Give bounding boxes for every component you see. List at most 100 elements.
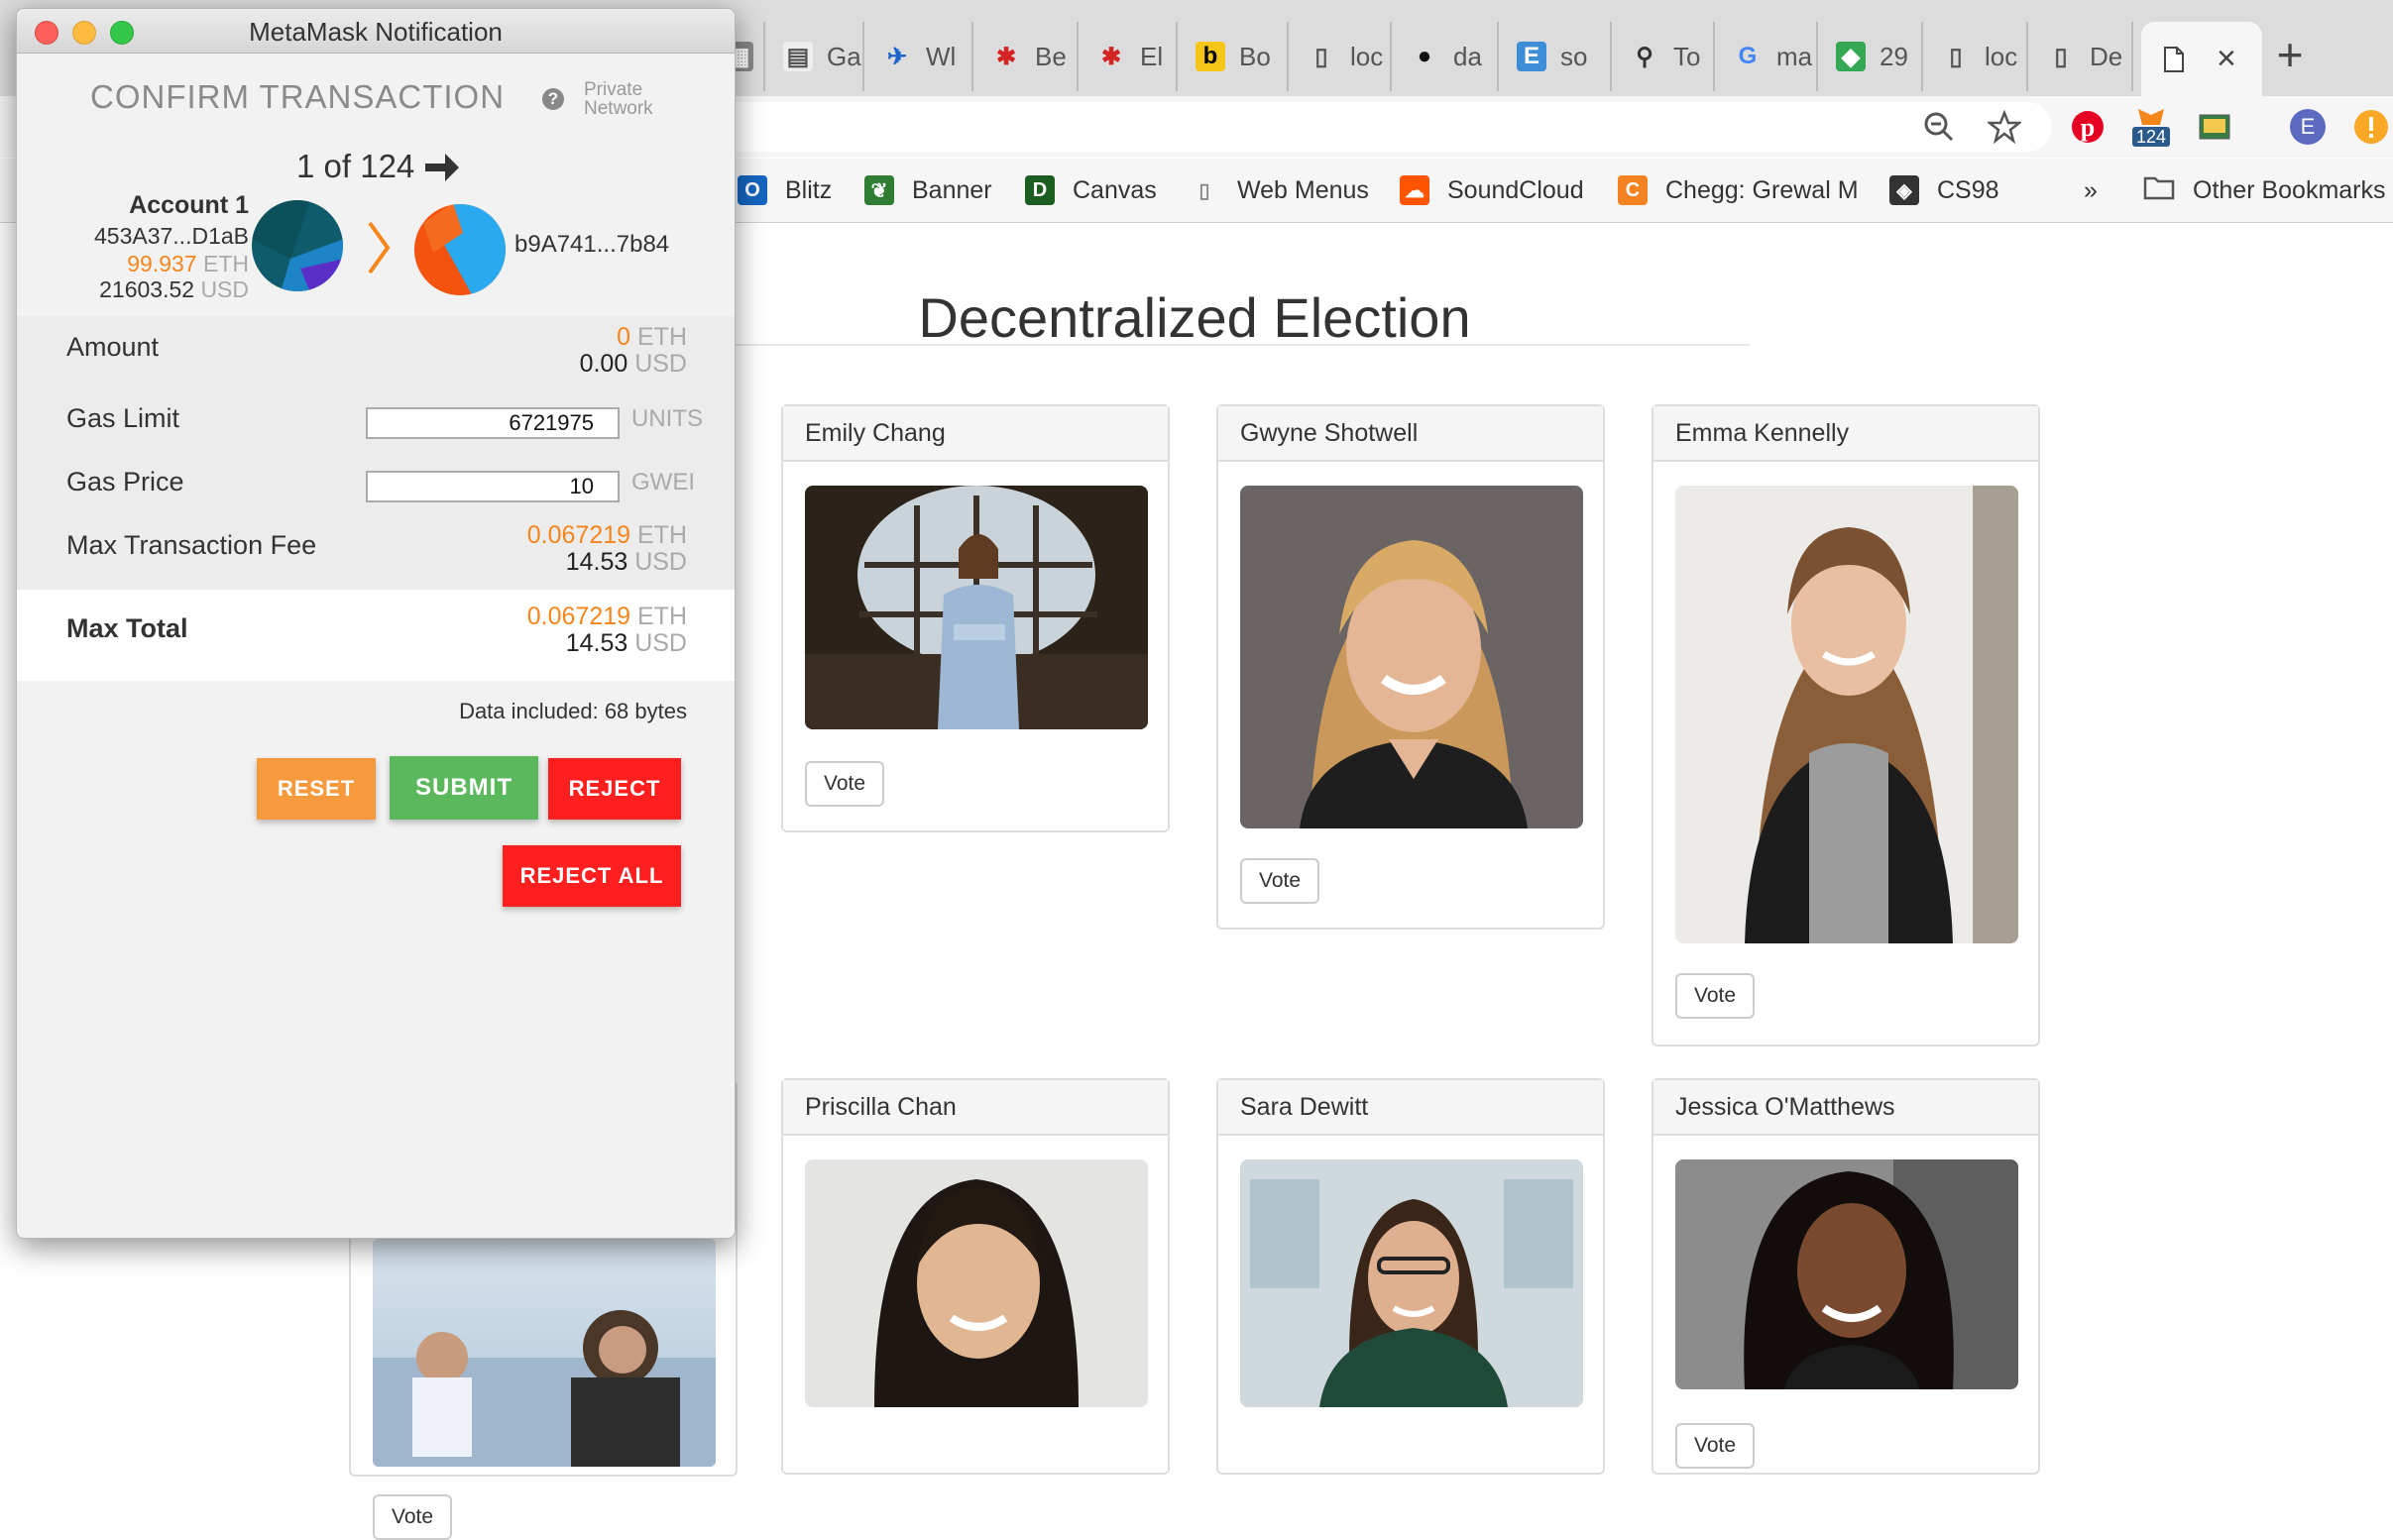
- vote-button[interactable]: Vote: [1675, 973, 1755, 1019]
- candidate-card: Emma Kennelly Vote: [1652, 404, 2040, 1046]
- browser-tab[interactable]: ✈ Wl: [864, 22, 973, 91]
- bookmark-label: Banner: [912, 175, 992, 204]
- svg-text:p: p: [2081, 113, 2095, 142]
- alert-icon[interactable]: [2351, 107, 2391, 147]
- bookmarks-overflow[interactable]: »: [2084, 170, 2098, 210]
- candidate-photo: [373, 1239, 716, 1467]
- amount-label: Amount: [66, 332, 160, 362]
- close-tab-icon[interactable]: ×: [2217, 40, 2236, 78]
- star-bookmark-icon[interactable]: [1985, 107, 2024, 147]
- candidate-name: Jessica O'Matthews: [1653, 1080, 2038, 1136]
- tab-label: To: [1673, 41, 1701, 71]
- tab-label: Ga: [827, 41, 861, 71]
- window-title: MetaMask Notification: [249, 17, 503, 47]
- address-bar[interactable]: [714, 102, 2052, 152]
- candidate-photo: [1240, 486, 1583, 828]
- browser-tab[interactable]: ▯ loc: [1289, 22, 1392, 91]
- from-address: 453A37...D1aB: [93, 223, 249, 249]
- tab-label: El: [1140, 41, 1164, 71]
- max-fee-label: Max Transaction Fee: [66, 530, 317, 560]
- browser-tab[interactable]: ✱ El: [1079, 22, 1178, 91]
- bookmark-item[interactable]: C Chegg: Grewal M: [1618, 170, 1859, 210]
- google-icon: G: [1738, 43, 1758, 69]
- tab-label: loc: [1350, 41, 1384, 71]
- next-transaction-icon[interactable]: [423, 150, 461, 190]
- browser-tab[interactable]: ▯ De: [2028, 22, 2133, 91]
- tab-label: De: [2090, 41, 2123, 71]
- candidate-card: Gwyne Shotwell Vote: [1216, 404, 1605, 930]
- tab-label: Bo: [1239, 41, 1271, 71]
- candidate-card: Emily Chang Vote: [781, 404, 1170, 832]
- maps-icon: ◆: [1836, 42, 1866, 71]
- vote-button[interactable]: Vote: [373, 1494, 452, 1540]
- gas-limit-input[interactable]: [366, 407, 620, 439]
- bird-icon: ✈: [886, 43, 908, 70]
- page-icon: ▯: [2054, 43, 2068, 70]
- yelp-icon: ✱: [1100, 43, 1122, 70]
- candidate-photo: [1675, 1159, 2018, 1389]
- eth-icon: E: [1517, 42, 1546, 71]
- bookmark-item[interactable]: ◈ CS98: [1889, 170, 1999, 210]
- bookmark-label: Web Menus: [1237, 175, 1369, 204]
- candidate-photo: [1675, 486, 2018, 943]
- send-direction-icon: [366, 219, 392, 281]
- browser-tab[interactable]: ⚲ To: [1612, 22, 1715, 91]
- new-tab-button[interactable]: +: [2270, 28, 2310, 81]
- data-included-text: Data included: 68 bytes: [459, 699, 687, 723]
- d-icon: D: [1025, 175, 1055, 205]
- reset-button[interactable]: RESET: [257, 758, 376, 820]
- bookmark-item[interactable]: ☁ SoundCloud: [1400, 170, 1584, 210]
- extension-icon[interactable]: [2195, 107, 2234, 147]
- browser-tab[interactable]: ● da: [1392, 22, 1499, 91]
- reject-button[interactable]: REJECT: [548, 758, 681, 820]
- page-icon: [2159, 45, 2189, 74]
- browser-tab[interactable]: Gma: [1715, 22, 1818, 91]
- browser-tab[interactable]: b Bo: [1178, 22, 1289, 91]
- page-icon: ▯: [1198, 179, 1210, 202]
- tab-label: loc: [1985, 41, 2018, 71]
- candidate-card: Jessica O'Matthews Vote: [1652, 1078, 2040, 1475]
- transaction-counter: 1 of 124: [296, 148, 415, 184]
- bookmark-item[interactable]: ❦ Banner: [864, 170, 992, 210]
- bookmark-label: Canvas: [1073, 175, 1157, 204]
- vote-button[interactable]: Vote: [805, 761, 884, 807]
- yelp-icon: ✱: [995, 43, 1017, 70]
- leaf-icon: ❦: [864, 175, 894, 205]
- profile-avatar[interactable]: E: [2288, 107, 2328, 147]
- browser-tab[interactable]: ▤ Ga: [765, 22, 864, 91]
- submit-button[interactable]: SUBMIT: [390, 756, 538, 820]
- bookmark-label: Blitz: [785, 175, 833, 204]
- network-indicator[interactable]: Private Network: [584, 80, 653, 118]
- bookmark-item[interactable]: ▯ Web Menus: [1190, 170, 1369, 210]
- from-account-name: Account 1: [129, 191, 249, 219]
- confirm-heading: CONFIRM TRANSACTION: [90, 78, 506, 115]
- folder-icon: [2143, 174, 2175, 207]
- page-title: Decentralized Election: [918, 285, 1471, 349]
- window-titlebar: MetaMask Notification: [17, 9, 735, 54]
- candidate-name: Priscilla Chan: [783, 1080, 1168, 1136]
- gas-price-label: Gas Price: [66, 467, 184, 496]
- max-fee-value: 0.067219 ETH 14.53 USD: [526, 521, 687, 576]
- title-divider: [734, 344, 1750, 346]
- bookmark-item[interactable]: D Canvas: [1025, 170, 1157, 210]
- other-bookmarks[interactable]: Other Bookmarks: [2143, 170, 2386, 210]
- browser-tab[interactable]: ✱ Be: [973, 22, 1079, 91]
- metamask-window: MetaMask Notification CONFIRM TRANSACTIO…: [16, 8, 736, 1239]
- vote-button[interactable]: Vote: [1240, 858, 1319, 904]
- bookmark-item[interactable]: O Blitz: [738, 170, 832, 210]
- zoom-icon[interactable]: [1919, 107, 1959, 147]
- doc-icon: ▤: [783, 42, 813, 71]
- from-usd-balance: 21603.52 USD: [99, 276, 249, 302]
- gas-price-input[interactable]: [366, 471, 620, 502]
- browser-tab[interactable]: ◆ 29: [1818, 22, 1923, 91]
- vote-button[interactable]: Vote: [1675, 1423, 1755, 1469]
- tab-active[interactable]: ×: [2141, 22, 2262, 96]
- metamask-extension-icon[interactable]: 124: [2129, 107, 2173, 147]
- reject-all-button[interactable]: REJECT ALL: [503, 845, 681, 907]
- browser-tab[interactable]: ▯ loc: [1923, 22, 2028, 91]
- from-identicon: [251, 199, 344, 297]
- max-total-value: 0.067219 ETH 14.53 USD: [526, 603, 687, 657]
- help-icon[interactable]: ?: [542, 88, 564, 110]
- browser-tab[interactable]: Eso: [1499, 22, 1612, 91]
- pinterest-icon[interactable]: p: [2068, 107, 2108, 147]
